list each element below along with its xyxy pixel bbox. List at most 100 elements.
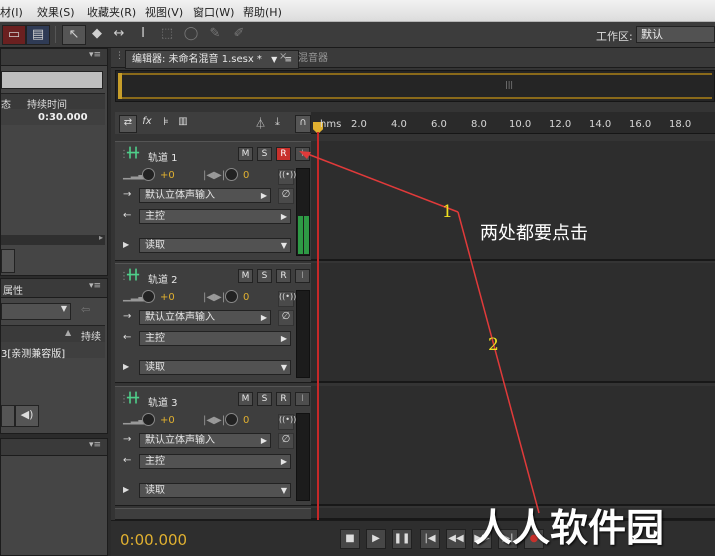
track-input-select[interactable]: 默认立体声输入 ▶	[139, 433, 271, 448]
stop-button[interactable]: ■	[340, 529, 360, 549]
solo-button[interactable]: S	[257, 392, 272, 406]
files-scrollbar[interactable]: ▸	[1, 233, 105, 245]
menu-item-favorites[interactable]: 收藏夹(R)	[87, 4, 136, 20]
sends-icon[interactable]: ⊧	[158, 115, 174, 131]
automation-mode-select[interactable]: 读取 ▼	[139, 238, 291, 253]
track-output-select[interactable]: 主控 ▶	[139, 209, 291, 224]
track-input-select[interactable]: 默认立体声输入 ▶	[139, 188, 271, 203]
volume-knob[interactable]	[142, 413, 155, 426]
track-header[interactable]: ⋮ ╋╋ 轨道 1 M S R I ▁▂▃ +0 |◀▶| 0 ((•)) → …	[115, 141, 311, 261]
stereo-icon[interactable]: ((•))	[278, 414, 296, 430]
record-arm-button[interactable]: R	[276, 269, 291, 283]
pan-value[interactable]: 0	[243, 292, 249, 303]
volume-value[interactable]: +0	[160, 415, 175, 426]
track-name[interactable]: 轨道 2	[148, 271, 178, 286]
track-output-select[interactable]: 主控 ▶	[139, 454, 291, 469]
menu-item-file[interactable]: 材(I)	[0, 4, 23, 20]
track-header[interactable]	[115, 508, 311, 520]
menu-item-window[interactable]: 窗口(W)	[193, 4, 234, 20]
track-header[interactable]: ⋮ ╋╋ 轨道 2 M S R I ▁▂▃ +0 |◀▶| 0 ((•)) → …	[115, 263, 311, 383]
track-output-select[interactable]: 主控 ▶	[139, 331, 291, 346]
speaker-icon[interactable]: ◀)	[15, 405, 39, 427]
playhead-line[interactable]	[317, 132, 319, 520]
solo-button[interactable]: S	[257, 269, 272, 283]
razor-tool-icon[interactable]: ◆	[88, 25, 106, 43]
pan-value[interactable]: 0	[243, 170, 249, 181]
expand-icon[interactable]: ▶	[123, 485, 129, 494]
col-duration[interactable]: 持续	[81, 328, 101, 343]
close-icon[interactable]: ×	[279, 51, 287, 62]
properties-tab[interactable]: 属性	[3, 282, 23, 297]
mute-button[interactable]: M	[238, 269, 253, 283]
input-monitor-button[interactable]: I	[295, 392, 310, 406]
headphones-icon[interactable]: ∩	[295, 115, 311, 133]
pan-value[interactable]: 0	[243, 415, 249, 426]
track-lane[interactable]	[311, 386, 715, 506]
menu-item-effects[interactable]: 效果(S)	[37, 4, 75, 20]
snap-icon[interactable]: ⤓	[275, 115, 280, 129]
timeline-ruler[interactable]: hms 2.0 4.0 6.0 8.0 10.0 12.0 14.0 16.0 …	[311, 112, 715, 134]
eq-icon[interactable]: ▥	[175, 115, 191, 131]
mute-button[interactable]: M	[238, 147, 253, 161]
lasso-tool-icon[interactable]: ◯	[182, 25, 200, 43]
record-arm-button[interactable]: R	[276, 392, 291, 406]
pan-knob[interactable]	[225, 168, 238, 181]
slip-tool-icon[interactable]: ↔	[110, 25, 128, 43]
automation-mode-select[interactable]: 读取 ▼	[139, 483, 291, 498]
panel-menu-icon[interactable]: ▾≡	[89, 440, 101, 450]
session-overview[interactable]: |||	[115, 70, 715, 102]
list-item[interactable]: 3[亲测兼容版]	[1, 342, 105, 360]
chevron-down-icon[interactable]: ▼	[271, 55, 277, 64]
expand-icon[interactable]: ▶	[123, 240, 129, 249]
workspace-select[interactable]: 默认	[636, 26, 715, 43]
effects-icon[interactable]: fx	[139, 115, 155, 131]
menu-item-help[interactable]: 帮助(H)	[243, 4, 282, 20]
metronome-icon[interactable]: ⏃	[255, 115, 266, 131]
spot-healing-tool-icon[interactable]: ✐	[230, 25, 248, 43]
time-selection-tool-icon[interactable]: I	[134, 25, 152, 43]
marquee-tool-icon[interactable]: ⬚	[158, 25, 176, 43]
volume-knob[interactable]	[142, 168, 155, 181]
swap-icon[interactable]: ⇄	[119, 115, 137, 133]
automation-mode-select[interactable]: 读取 ▼	[139, 360, 291, 375]
files-action-button[interactable]	[1, 249, 15, 273]
go-to-start-button[interactable]: |◀	[420, 529, 440, 549]
waveform-view-icon[interactable]: ▭	[2, 25, 26, 45]
input-monitor-button[interactable]: I	[295, 269, 310, 283]
phase-invert-icon[interactable]: ∅	[278, 188, 294, 204]
track-name[interactable]: 轨道 1	[148, 149, 178, 164]
tab-editor[interactable]: 编辑器: 未命名混音 1.sesx * ▼ ≡	[125, 50, 300, 69]
current-time[interactable]: 0:00.000	[120, 531, 187, 549]
properties-action-button[interactable]	[1, 405, 15, 427]
phase-invert-icon[interactable]: ∅	[278, 433, 294, 449]
track-header[interactable]: ⋮ ╋╋ 轨道 3 M S R I ▁▂▃ +0 |◀▶| 0 ((•)) → …	[115, 386, 311, 506]
play-button[interactable]: ▶	[366, 529, 386, 549]
volume-value[interactable]: +0	[160, 170, 175, 181]
volume-value[interactable]: +0	[160, 292, 175, 303]
arrow-left-icon[interactable]: ⇦	[81, 303, 90, 316]
mute-button[interactable]: M	[238, 392, 253, 406]
solo-button[interactable]: S	[257, 147, 272, 161]
record-arm-button[interactable]: R	[276, 147, 291, 161]
brush-tool-icon[interactable]: ✎	[206, 25, 224, 43]
track-input-select[interactable]: 默认立体声输入 ▶	[139, 310, 271, 325]
phase-invert-icon[interactable]: ∅	[278, 310, 294, 326]
stereo-icon[interactable]: ((•))	[278, 291, 296, 307]
panel-menu-icon[interactable]: ▾≡	[89, 281, 101, 291]
track-name[interactable]: 轨道 3	[148, 394, 178, 409]
track-lane[interactable]	[311, 263, 715, 383]
menu-item-view[interactable]: 视图(V)	[145, 4, 183, 20]
move-tool-icon[interactable]: ↖	[62, 25, 86, 45]
expand-icon[interactable]: ▶	[123, 362, 129, 371]
input-monitor-button[interactable]: I	[295, 147, 310, 161]
stereo-icon[interactable]: ((•))	[278, 169, 296, 185]
file-row[interactable]: 0:30.000	[1, 109, 105, 125]
rewind-button[interactable]: ◀◀	[446, 529, 466, 549]
properties-select[interactable]: ▼	[1, 303, 71, 320]
volume-knob[interactable]	[142, 290, 155, 303]
multitrack-view-icon[interactable]: ▤	[26, 25, 50, 45]
panel-menu-icon[interactable]: ▾≡	[89, 50, 101, 60]
pause-button[interactable]: ❚❚	[392, 529, 412, 549]
pan-knob[interactable]	[225, 413, 238, 426]
tab-mixer[interactable]: 混音器	[292, 50, 334, 67]
